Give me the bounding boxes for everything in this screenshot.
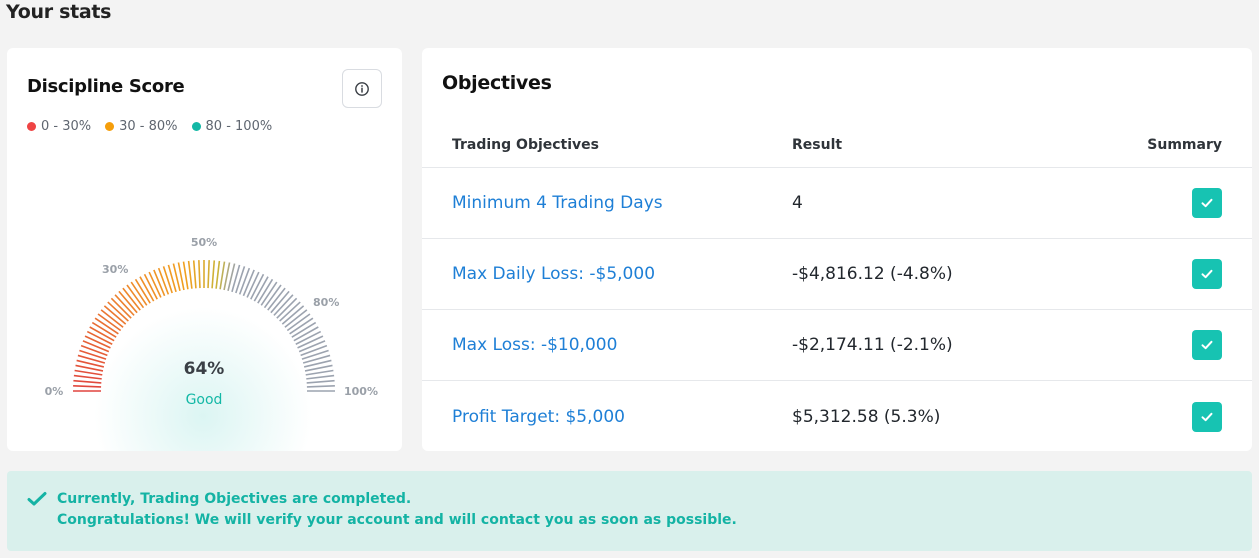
gauge-tick bbox=[215, 260, 221, 289]
header-summary: Summary bbox=[1147, 137, 1222, 153]
objectives-card: Objectives Trading Objectives Result Sum… bbox=[422, 48, 1252, 451]
gauge-tick bbox=[182, 261, 189, 290]
gauge-tick bbox=[187, 260, 193, 289]
gauge-value: 64% bbox=[183, 359, 225, 379]
gauge-tick bbox=[238, 267, 251, 295]
gauge-tick bbox=[301, 349, 329, 360]
gauge-tick bbox=[162, 266, 173, 294]
gauge-tick bbox=[306, 374, 335, 380]
objective-result: -$4,816.12 (-4.8%) bbox=[792, 264, 953, 284]
gauge-tick bbox=[157, 267, 170, 295]
banner-message-line2: Congratulations! We will verify your acc… bbox=[57, 512, 737, 528]
gauge-tick bbox=[219, 261, 226, 290]
objective-link[interactable]: Profit Target: $5,000 bbox=[452, 407, 625, 427]
summary-check-badge bbox=[1192, 330, 1222, 360]
gauge-tick bbox=[207, 260, 210, 289]
check-icon bbox=[1201, 412, 1213, 421]
check-icon bbox=[1201, 198, 1213, 208]
objective-result: 4 bbox=[792, 193, 803, 213]
gauge-tick bbox=[305, 369, 334, 376]
gauge-tick bbox=[73, 385, 102, 388]
table-header: Trading Objectives Result Summary bbox=[422, 123, 1252, 168]
gauge-tick-label: 100% bbox=[344, 385, 378, 398]
completion-banner: Currently, Trading Objectives are comple… bbox=[7, 471, 1252, 551]
objective-link[interactable]: Max Loss: -$10,000 bbox=[452, 335, 617, 355]
discipline-score-card: Discipline Score 0 - 30% 30 - 80% 80 - 1… bbox=[7, 48, 402, 451]
objective-link[interactable]: Max Daily Loss: -$5,000 bbox=[452, 264, 655, 284]
gauge-tick bbox=[73, 374, 102, 380]
table-row: Profit Target: $5,000 $5,312.58 (5.3%) bbox=[422, 381, 1252, 452]
objective-link[interactable]: Minimum 4 Trading Days bbox=[452, 193, 663, 213]
gauge-tick bbox=[300, 344, 328, 357]
table-row: Max Daily Loss: -$5,000 -$4,816.12 (-4.8… bbox=[422, 239, 1252, 310]
gauge-tick bbox=[211, 260, 216, 289]
gauge-tick bbox=[73, 379, 102, 384]
discipline-gauge: 0% 30% 50% 80% 100% bbox=[45, 236, 378, 398]
objectives-title: Objectives bbox=[442, 72, 552, 94]
header-trading-objectives: Trading Objectives bbox=[452, 137, 600, 153]
gauge-tick bbox=[74, 369, 103, 376]
header-result: Result bbox=[792, 137, 843, 153]
gauge-tick-label: 80% bbox=[313, 296, 339, 309]
summary-check-badge bbox=[1192, 259, 1222, 289]
page-heading: Your stats bbox=[6, 1, 112, 23]
summary-check-badge bbox=[1192, 401, 1222, 432]
objectives-table: Trading Objectives Result Summary Minimu… bbox=[422, 123, 1252, 452]
check-icon bbox=[27, 492, 47, 506]
table-row: Minimum 4 Trading Days 4 bbox=[422, 168, 1252, 239]
gauge-tick bbox=[80, 344, 108, 357]
gauge-status: Good bbox=[185, 392, 223, 408]
objective-result: $5,312.58 (5.3%) bbox=[792, 406, 941, 427]
gauge-tick-label: 30% bbox=[102, 263, 128, 276]
gauge-tick-label: 50% bbox=[191, 236, 217, 249]
gauge-tick bbox=[192, 260, 197, 289]
summary-check-badge bbox=[1192, 188, 1222, 218]
banner-message-line1: Currently, Trading Objectives are comple… bbox=[57, 491, 412, 507]
objective-result: -$2,174.11 (-2.1%) bbox=[792, 335, 953, 355]
gauge-tick bbox=[79, 349, 107, 360]
check-icon bbox=[1201, 269, 1213, 279]
table-row: Max Loss: -$10,000 -$2,174.11 (-2.1%) bbox=[422, 310, 1252, 381]
gauge-tick bbox=[235, 266, 246, 294]
gauge-tick bbox=[198, 260, 201, 289]
check-icon bbox=[1201, 340, 1213, 350]
gauge-tick bbox=[306, 379, 335, 384]
gauge-tick bbox=[306, 385, 335, 388]
gauge-tick-label: 0% bbox=[45, 385, 64, 398]
